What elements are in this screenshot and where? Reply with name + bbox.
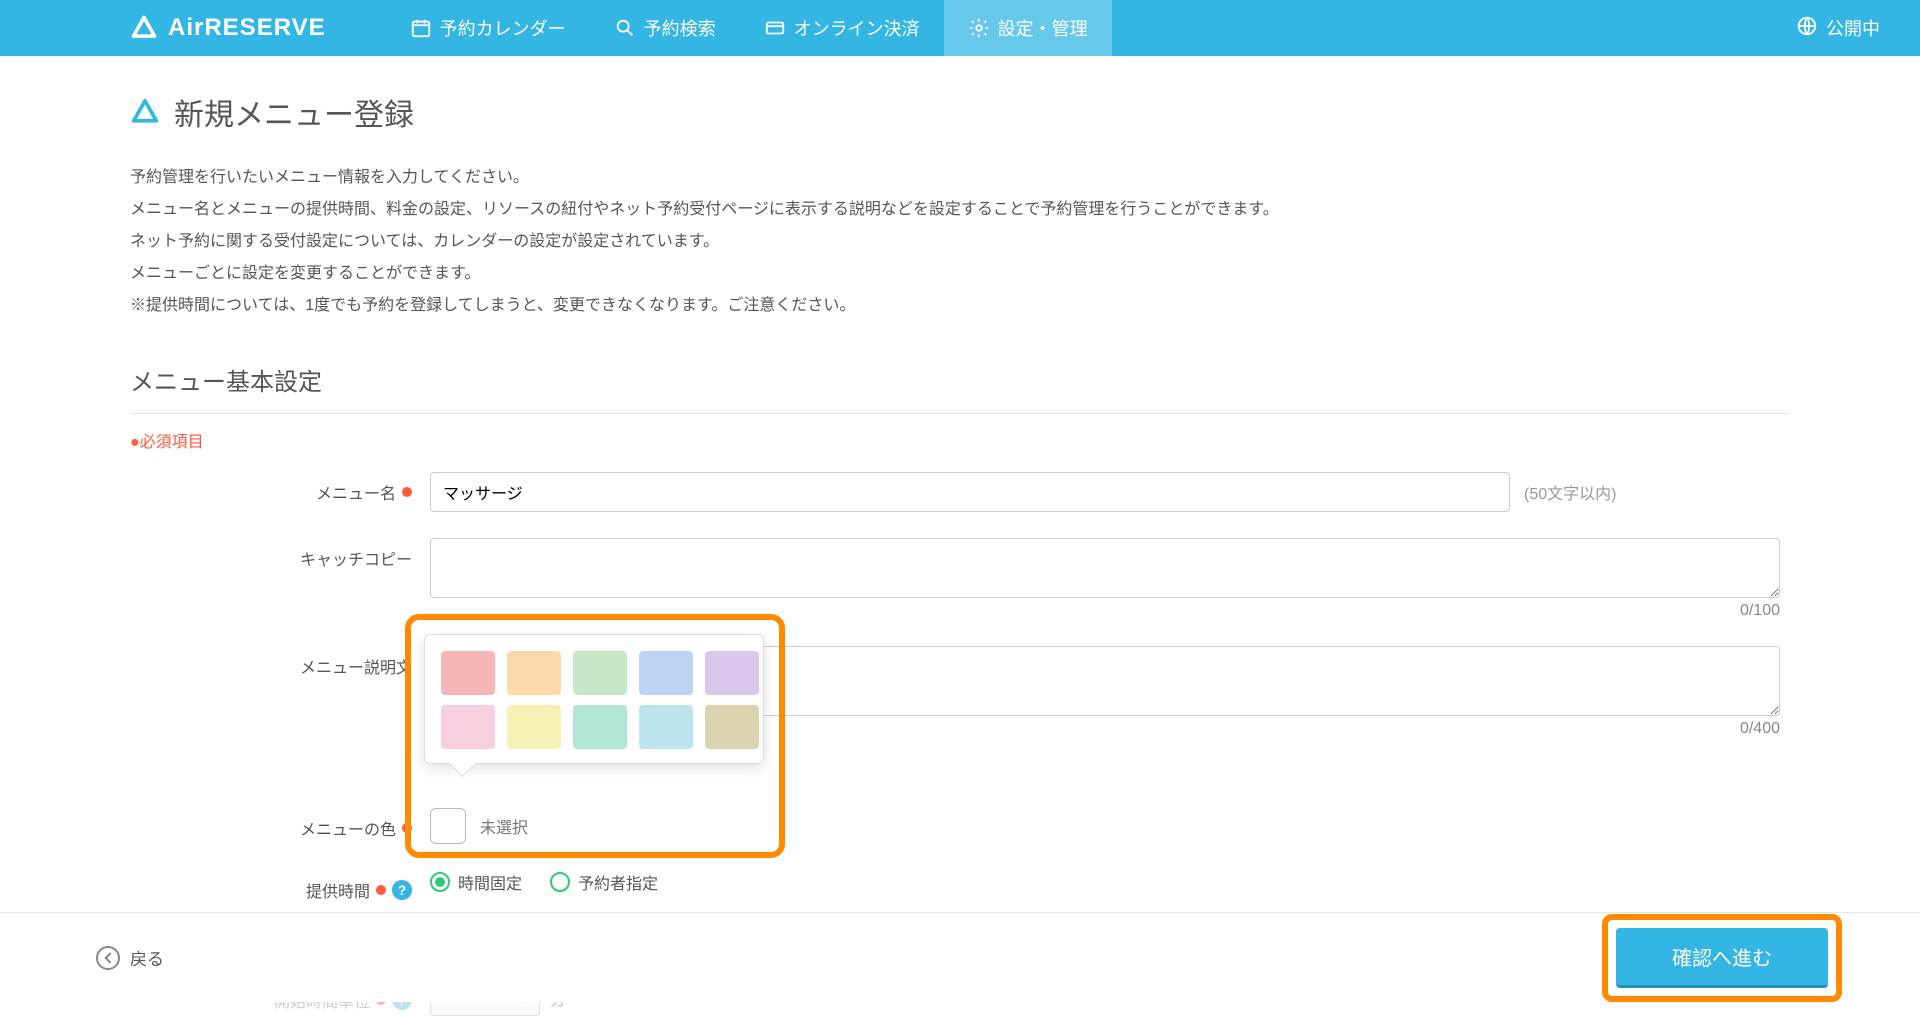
desc-line-3: ネット予約に関する受付設定については、カレンダーの設定が設定されています。	[130, 226, 1790, 258]
logo-text: AirRESERVE	[168, 14, 326, 42]
triangle-icon	[130, 97, 160, 127]
card-icon	[764, 17, 786, 39]
nav-search[interactable]: 予約検索	[590, 0, 740, 56]
color-value-label: 未選択	[480, 814, 528, 838]
palette-color-3[interactable]	[639, 651, 693, 695]
logo[interactable]: AirRESERVE	[130, 14, 326, 42]
desc-line-1: 予約管理を行いたいメニュー情報を入力してください。	[130, 162, 1790, 194]
calendar-icon	[410, 17, 432, 39]
color-palette-popover	[424, 634, 764, 764]
palette-color-2[interactable]	[573, 651, 627, 695]
confirm-button[interactable]: 確認へ進む	[1616, 928, 1828, 988]
palette-color-1[interactable]	[507, 651, 561, 695]
publish-status[interactable]: 公開中	[1796, 15, 1880, 42]
page-title: 新規メニュー登録	[130, 90, 1790, 134]
menu-name-input[interactable]	[430, 472, 1510, 512]
required-legend: ●必須項目	[130, 428, 1790, 452]
row-menu-name: メニュー名 (50文字以内)	[130, 472, 1790, 512]
required-dot-icon	[402, 487, 412, 497]
nav-settings[interactable]: 設定・管理	[944, 0, 1112, 56]
search-icon	[614, 17, 636, 39]
highlight-box-confirm: 確認へ進む	[1602, 914, 1842, 1002]
palette-color-0[interactable]	[441, 651, 495, 695]
required-dot-icon	[376, 885, 386, 895]
palette-color-7[interactable]	[573, 705, 627, 749]
radio-time-user[interactable]: 予約者指定	[550, 870, 658, 894]
menu-name-hint: (50文字以内)	[1524, 480, 1616, 504]
radio-time-fixed[interactable]: 時間固定	[430, 870, 522, 894]
palette-color-8[interactable]	[639, 705, 693, 749]
radio-time-user-label: 予約者指定	[578, 870, 658, 894]
palette-color-4[interactable]	[705, 651, 759, 695]
menu-color-label: メニューの色	[130, 808, 430, 840]
nav-calendar[interactable]: 予約カレンダー	[386, 0, 590, 56]
palette-color-6[interactable]	[507, 705, 561, 749]
divider	[130, 413, 1790, 414]
desc-line-4: メニューごとに設定を変更することができます。	[130, 258, 1790, 290]
desc-line-5: ※提供時間については、1度でも予約を登録してしまうと、変更できなくなります。ご注…	[130, 290, 1790, 322]
main-nav: 予約カレンダー 予約検索 オンライン決済 設定・管理	[386, 0, 1112, 56]
catch-copy-label: キャッチコピー	[130, 538, 430, 570]
section-title: メニュー基本設定	[130, 362, 1790, 397]
nav-payment-label: オンライン決済	[794, 15, 920, 41]
back-arrow-icon	[96, 946, 120, 970]
main-content: 新規メニュー登録 予約管理を行いたいメニュー情報を入力してください。 メニュー名…	[0, 56, 1920, 1016]
color-swatch-preview[interactable]	[430, 808, 466, 844]
nav-calendar-label: 予約カレンダー	[440, 15, 566, 41]
footer-bar: 戻る 確認へ進む	[0, 912, 1920, 1002]
app-header: AirRESERVE 予約カレンダー 予約検索 オンライン決済 設定・管理	[0, 0, 1920, 56]
nav-search-label: 予約検索	[644, 15, 716, 41]
help-icon[interactable]: ?	[392, 880, 412, 900]
globe-icon	[1796, 15, 1818, 42]
publish-status-label: 公開中	[1826, 15, 1880, 41]
menu-desc-label: メニュー説明文	[130, 646, 430, 678]
page-description: 予約管理を行いたいメニュー情報を入力してください。 メニュー名とメニューの提供時…	[130, 162, 1790, 322]
radio-time-fixed-label: 時間固定	[458, 870, 522, 894]
back-button[interactable]: 戻る	[96, 945, 164, 970]
menu-name-label: メニュー名	[130, 472, 430, 504]
catch-copy-textarea[interactable]	[430, 538, 1780, 598]
palette-color-5[interactable]	[441, 705, 495, 749]
catch-copy-count: 0/100	[430, 602, 1780, 620]
logo-icon	[130, 14, 158, 42]
required-dot-icon	[402, 823, 412, 833]
gear-icon	[968, 17, 990, 39]
palette-color-9[interactable]	[705, 705, 759, 749]
row-menu-desc: メニュー説明文 0/400	[130, 646, 1790, 738]
nav-payment[interactable]: オンライン決済	[740, 0, 944, 56]
row-catch-copy: キャッチコピー 0/100	[130, 538, 1790, 620]
back-label: 戻る	[130, 945, 164, 970]
nav-settings-label: 設定・管理	[998, 15, 1088, 41]
row-menu-color: メニューの色 未選択	[130, 808, 1790, 844]
page-title-text: 新規メニュー登録	[174, 90, 414, 134]
desc-line-2: メニュー名とメニューの提供時間、料金の設定、リソースの紐付やネット予約受付ページ…	[130, 194, 1790, 226]
time-label: 提供時間 ?	[130, 870, 430, 902]
